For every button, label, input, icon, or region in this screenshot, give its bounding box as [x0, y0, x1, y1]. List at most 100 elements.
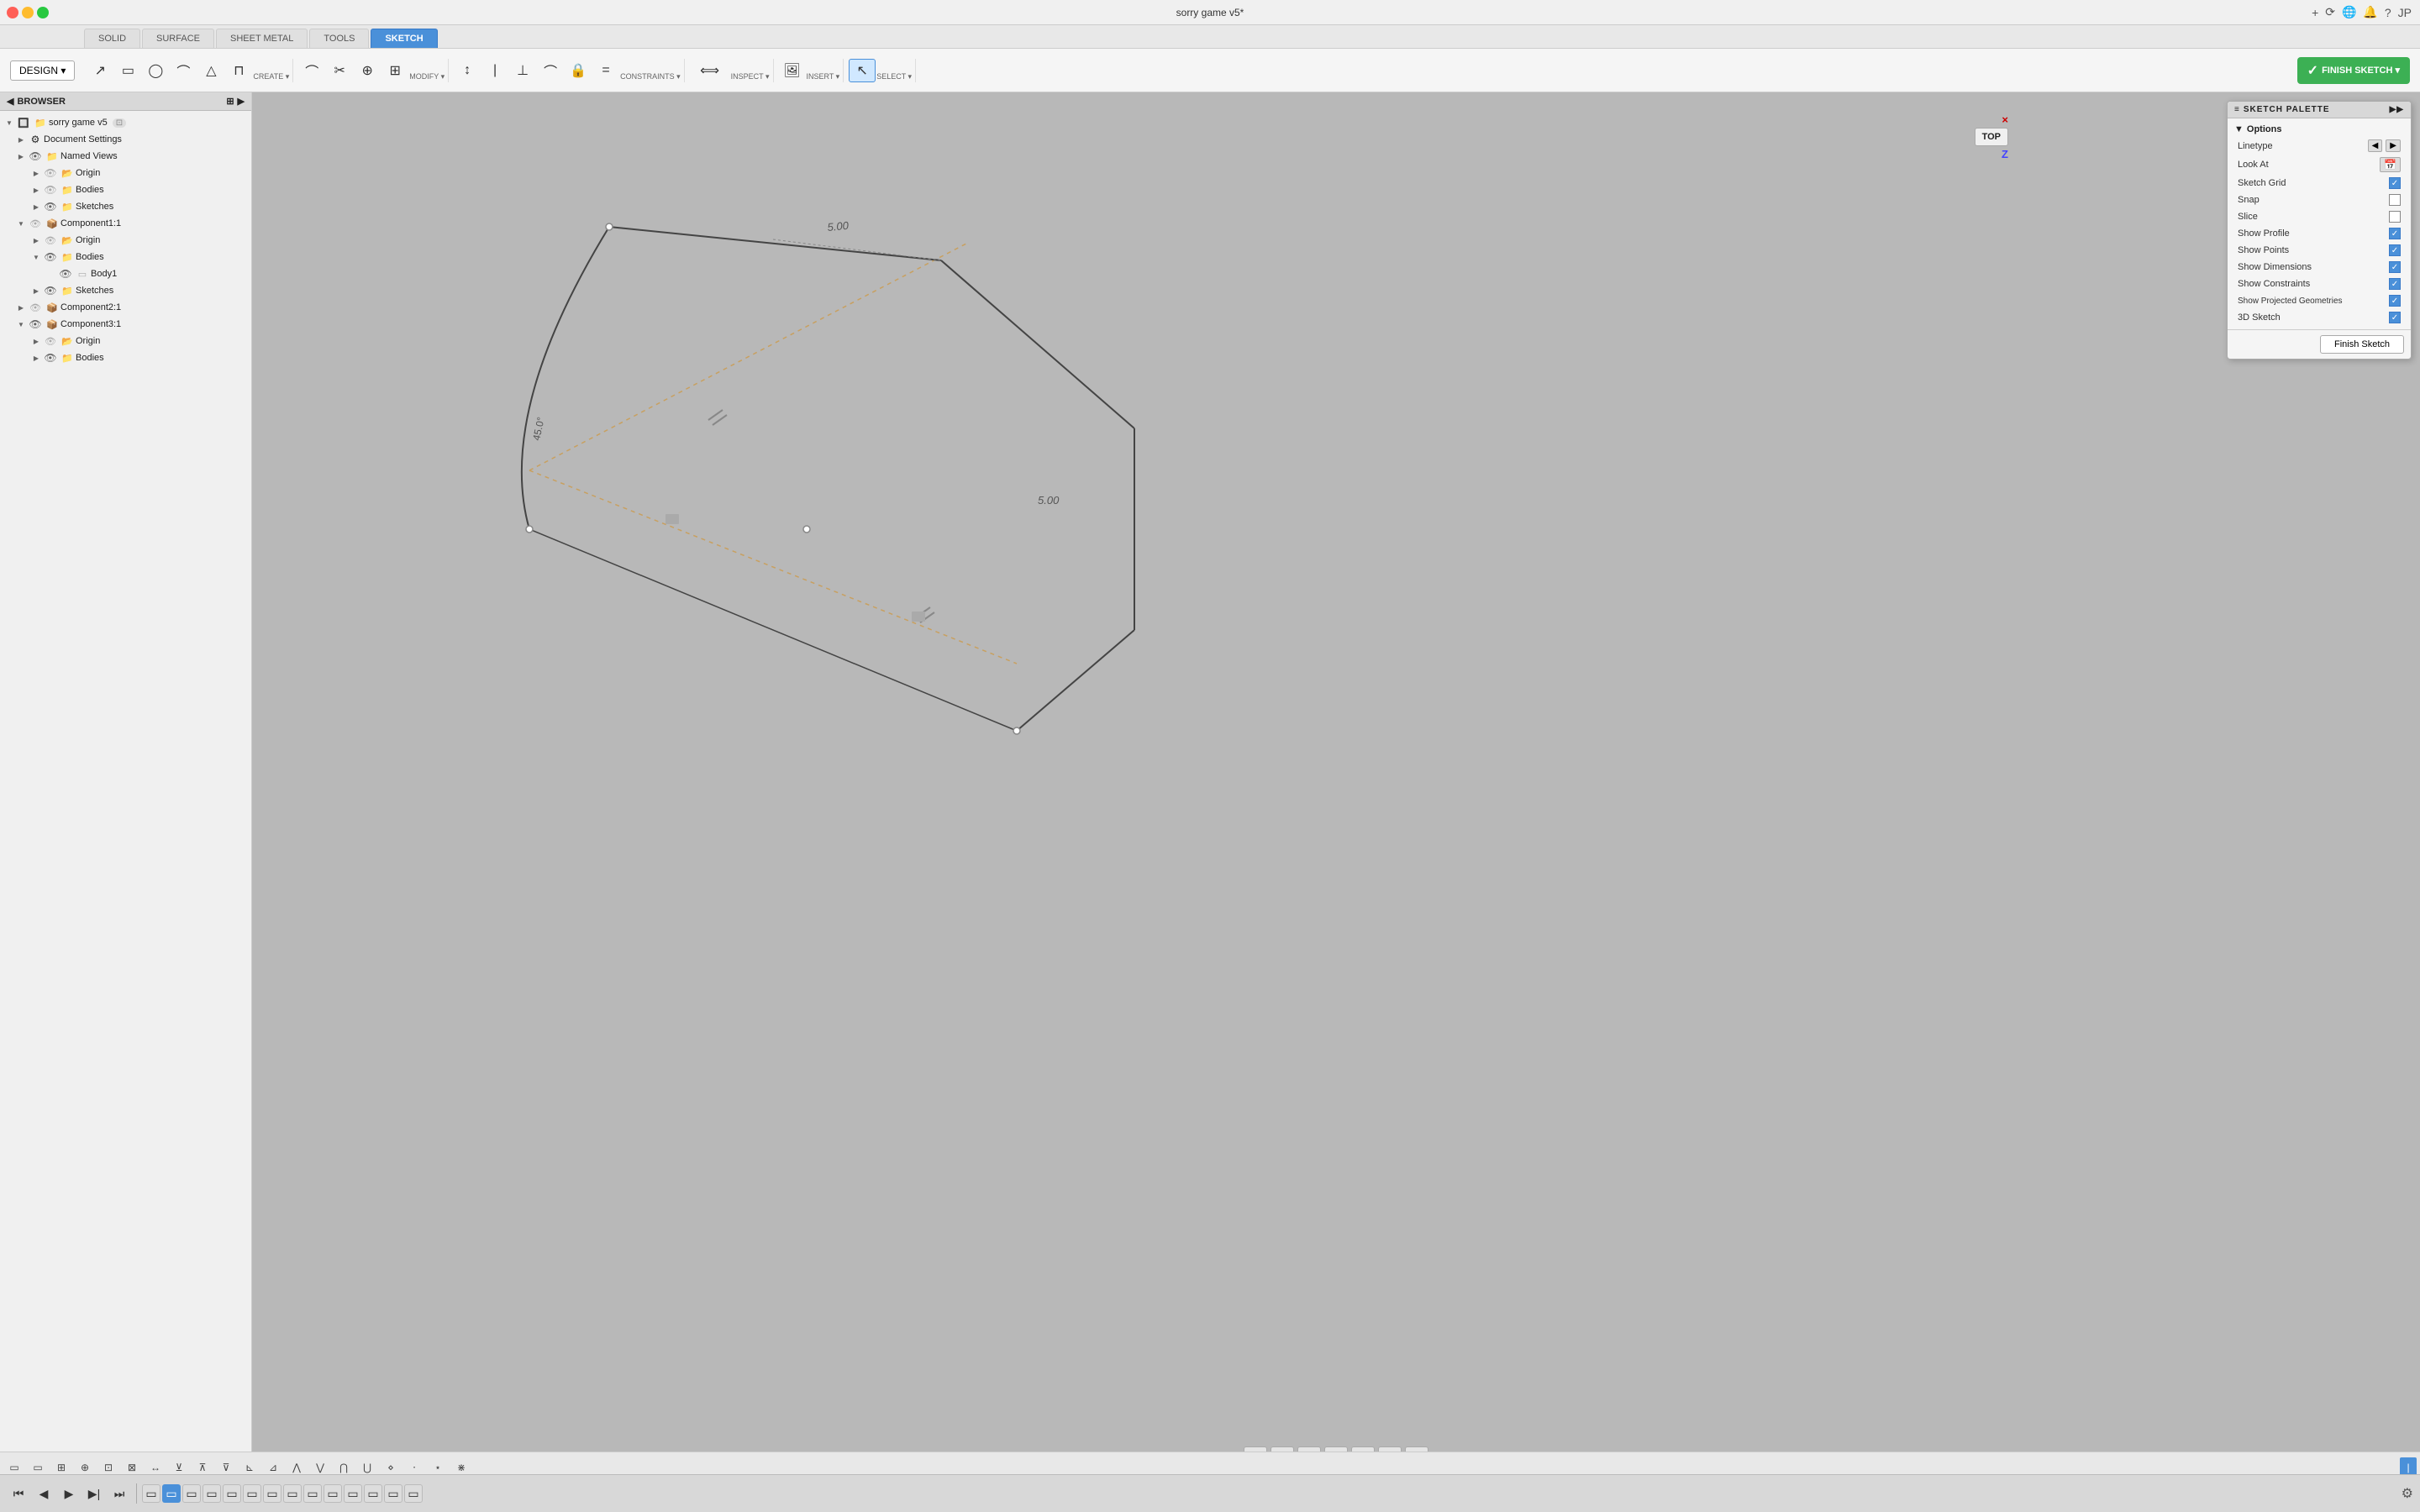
- measure-tool[interactable]: ⟺: [690, 59, 730, 82]
- nav-play[interactable]: ▶: [57, 1482, 81, 1505]
- timeline-item-6[interactable]: ▭: [243, 1484, 261, 1503]
- palette-row-snap: Snap: [2228, 192, 2411, 208]
- browser-panel: ◀ BROWSER ⊞ ▶ ▼ 🔲 📁 sorry game v5 ⊡ ▶ ⚙: [0, 92, 252, 1512]
- constraint-tangent[interactable]: ⌒: [537, 59, 564, 82]
- palette-row-sketch-grid: Sketch Grid ✓: [2228, 175, 2411, 192]
- new-tab-icon[interactable]: +: [2312, 6, 2318, 19]
- select-tool[interactable]: ↖: [849, 59, 876, 82]
- timeline-item-2[interactable]: ▭: [162, 1484, 181, 1503]
- tree-item-origin-3[interactable]: ▶ 👁 📂 Origin: [0, 333, 251, 349]
- poly-tool[interactable]: △: [197, 59, 224, 82]
- tree-item-origin-1[interactable]: ▶ 👁 📂 Origin: [0, 165, 251, 181]
- tree-item-doc-settings[interactable]: ▶ ⚙ Document Settings: [0, 131, 251, 148]
- tab-tools[interactable]: TOOLS: [309, 29, 369, 48]
- palette-options: ▼ Options Linetype ◀ ▶ Look At 📅: [2228, 118, 2411, 329]
- circle-tool[interactable]: ◯: [142, 59, 169, 82]
- tab-surface[interactable]: SURFACE: [142, 29, 214, 48]
- arc-tool[interactable]: ⌒: [170, 59, 197, 82]
- palette-collapse-icon[interactable]: ▶▶: [2390, 105, 2404, 114]
- palette-section-options[interactable]: ▼ Options: [2228, 122, 2411, 137]
- viewport[interactable]: 5.00 5.00 45.0°: [252, 92, 2420, 1512]
- timeline-item-1[interactable]: ▭: [142, 1484, 160, 1503]
- tree-item-bodies-2[interactable]: ▼ 👁 📁 Bodies: [0, 249, 251, 265]
- palette-row-3d-sketch: 3D Sketch ✓: [2228, 309, 2411, 326]
- tree-item-named-views[interactable]: ▶ 👁 📁 Named Views: [0, 148, 251, 165]
- timeline-item-8[interactable]: ▭: [283, 1484, 302, 1503]
- help-icon[interactable]: ?: [2385, 6, 2391, 19]
- top-view-button[interactable]: TOP: [1975, 128, 2008, 146]
- browser-expand-icon[interactable]: ⊞: [226, 96, 234, 107]
- snap-checkbox[interactable]: [2389, 194, 2401, 206]
- rect-tool[interactable]: ▭: [114, 59, 141, 82]
- nav-first[interactable]: ⏮: [7, 1482, 30, 1505]
- timeline-item-12[interactable]: ▭: [364, 1484, 382, 1503]
- constraint-lock[interactable]: 🔒: [565, 59, 592, 82]
- tree-item-component1[interactable]: ▼ 👁 📦 Component1:1: [0, 215, 251, 232]
- show-constraints-checkbox[interactable]: ✓: [2389, 278, 2401, 290]
- show-projected-checkbox[interactable]: ✓: [2389, 295, 2401, 307]
- tab-solid[interactable]: SOLID: [84, 29, 140, 48]
- settings-gear-icon[interactable]: ⚙: [2402, 1487, 2413, 1501]
- finish-sketch-button[interactable]: ✓ FINISH SKETCH ▾: [2297, 57, 2410, 84]
- timeline-item-7[interactable]: ▭: [263, 1484, 281, 1503]
- browser-header: ◀ BROWSER ⊞ ▶: [0, 92, 251, 111]
- finish-sketch-palette-button[interactable]: Finish Sketch: [2320, 335, 2404, 354]
- extend-tool[interactable]: ⊕: [354, 59, 381, 82]
- tree-item-bodies-3[interactable]: ▶ 👁 📁 Bodies: [0, 349, 251, 366]
- tree-item-component2[interactable]: ▶ 👁 📦 Component2:1: [0, 299, 251, 316]
- show-profile-checkbox[interactable]: ✓: [2389, 228, 2401, 239]
- tree-item-origin-2[interactable]: ▶ 👁 📂 Origin: [0, 232, 251, 249]
- timeline-item-13[interactable]: ▭: [384, 1484, 402, 1503]
- tree-item-sketches-1[interactable]: ▶ 👁 📁 Sketches: [0, 198, 251, 215]
- nav-play2[interactable]: ▶|: [82, 1482, 106, 1505]
- show-dimensions-checkbox[interactable]: ✓: [2389, 261, 2401, 273]
- look-at-button[interactable]: 📅: [2380, 157, 2401, 172]
- sketch-grid-checkbox[interactable]: ✓: [2389, 177, 2401, 189]
- timeline-item-14[interactable]: ▭: [404, 1484, 423, 1503]
- fillet-tool[interactable]: ⌒: [298, 59, 325, 82]
- insert-image[interactable]: 🖼: [779, 59, 806, 82]
- constraint-vert[interactable]: |: [481, 59, 508, 82]
- timeline-item-9[interactable]: ▭: [303, 1484, 322, 1503]
- timeline-item-10[interactable]: ▭: [324, 1484, 342, 1503]
- timeline-item-4[interactable]: ▭: [203, 1484, 221, 1503]
- constraint-horz[interactable]: ↕: [454, 59, 481, 82]
- user-icon[interactable]: JP: [2398, 6, 2412, 19]
- trim-tool[interactable]: ✂: [326, 59, 353, 82]
- constraint-equal[interactable]: =: [592, 59, 619, 82]
- minimize-button[interactable]: [22, 7, 34, 18]
- timeline-item-3[interactable]: ▭: [182, 1484, 201, 1503]
- linetype-next[interactable]: ▶: [2386, 139, 2401, 152]
- tree-item-component3[interactable]: ▼ 👁 📦 Component3:1: [0, 316, 251, 333]
- tab-sketch[interactable]: SKETCH: [371, 29, 437, 48]
- nav-last[interactable]: ⏭: [108, 1482, 131, 1505]
- tree-item-body1[interactable]: ▶ 👁 ▭ Body1: [0, 265, 251, 282]
- browser-tree: ▼ 🔲 📁 sorry game v5 ⊡ ▶ ⚙ Document Setti…: [0, 111, 251, 1462]
- timeline-item-11[interactable]: ▭: [344, 1484, 362, 1503]
- tab-sheet-metal[interactable]: SHEET METAL: [216, 29, 308, 48]
- 3d-sketch-checkbox[interactable]: ✓: [2389, 312, 2401, 323]
- refresh-icon[interactable]: ⟳: [2325, 5, 2335, 19]
- tree-item-sketches-2[interactable]: ▶ 👁 📁 Sketches: [0, 282, 251, 299]
- slot-tool[interactable]: ⊓: [225, 59, 252, 82]
- timeline-item-5[interactable]: ▭: [223, 1484, 241, 1503]
- slice-checkbox[interactable]: [2389, 211, 2401, 223]
- tree-item-bodies-1[interactable]: ▶ 👁 📁 Bodies: [0, 181, 251, 198]
- globe-icon[interactable]: 🌐: [2342, 5, 2356, 19]
- tree-item-root[interactable]: ▼ 🔲 📁 sorry game v5 ⊡: [0, 114, 251, 131]
- nav-prev[interactable]: ◀: [32, 1482, 55, 1505]
- linetype-prev[interactable]: ◀: [2368, 139, 2383, 152]
- palette-finish: Finish Sketch: [2228, 329, 2411, 359]
- move-tool[interactable]: ⊞: [381, 59, 408, 82]
- close-button[interactable]: [7, 7, 18, 18]
- line-tool[interactable]: ↗: [87, 59, 113, 82]
- palette-row-show-profile: Show Profile ✓: [2228, 225, 2411, 242]
- toolbar: SOLID SURFACE SHEET METAL TOOLS SKETCH D…: [0, 25, 2420, 92]
- x-axis-label: ×: [2002, 113, 2008, 126]
- constraint-perp[interactable]: ⊥: [509, 59, 536, 82]
- bell-icon[interactable]: 🔔: [2363, 5, 2377, 19]
- maximize-button[interactable]: [37, 7, 49, 18]
- show-points-checkbox[interactable]: ✓: [2389, 244, 2401, 256]
- design-button[interactable]: DESIGN ▾: [10, 60, 75, 81]
- browser-collapse-icon[interactable]: ▶: [238, 96, 245, 107]
